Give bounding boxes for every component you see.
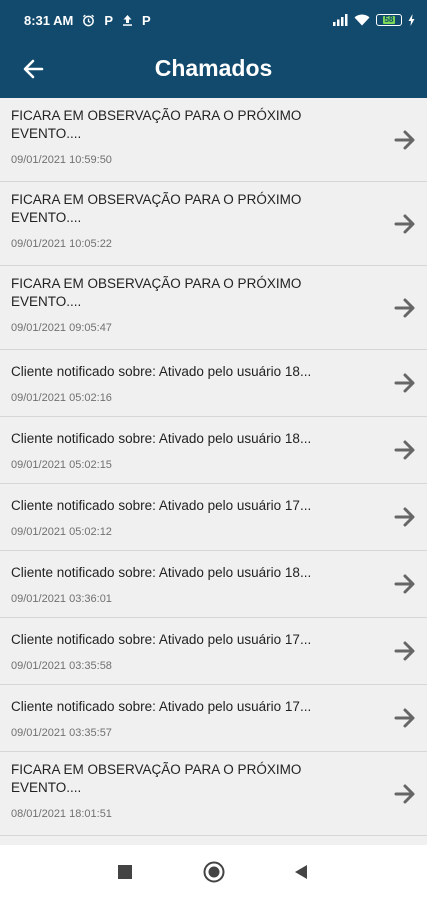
navigation-bar: [0, 845, 427, 900]
item-date: 09/01/2021 05:02:15: [11, 459, 112, 471]
list-item[interactable]: FICARA EM OBSERVAÇÃO PARA O PRÓXIMO EVEN…: [0, 98, 427, 182]
signal-icon: [333, 14, 348, 26]
notification-icons: P P: [82, 12, 151, 28]
list-item[interactable]: FICARA EM OBSERVAÇÃO PARA O PRÓXIMO EVEN…: [0, 182, 427, 266]
item-title: Cliente notificado sobre: Ativado pelo u…: [11, 431, 312, 446]
item-title: Cliente notificado sobre: Ativado pelo u…: [11, 699, 312, 714]
arrow-right-icon: [394, 373, 415, 393]
item-date: 09/01/2021 05:02:16: [11, 392, 112, 404]
back-triangle-icon: [295, 865, 307, 879]
arrow-right-icon: [394, 708, 415, 728]
home-button[interactable]: [201, 859, 227, 885]
arrow-right-icon: [394, 214, 415, 233]
item-title: Cliente notificado sobre: Ativado pelo u…: [11, 565, 312, 580]
item-date: 09/01/2021 03:35:57: [11, 727, 112, 739]
item-date: 09/01/2021 05:02:12: [11, 526, 112, 538]
list-item[interactable]: Cliente notificado sobre: Ativado pelo u…: [0, 618, 427, 685]
recents-square-icon: [118, 865, 132, 879]
alarm-icon: [83, 14, 95, 26]
item-date: 09/01/2021 10:59:50: [11, 154, 112, 166]
back-nav-button[interactable]: [288, 859, 314, 885]
list-item[interactable]: Cliente notificado sobre: Ativado pelo u…: [0, 350, 427, 417]
item-date: 09/01/2021 09:05:47: [11, 322, 112, 334]
battery-level: 58: [382, 15, 396, 24]
item-date: 09/01/2021 03:36:01: [11, 593, 112, 605]
item-date: 09/01/2021 03:35:58: [11, 660, 112, 672]
upload-icon: [123, 15, 133, 26]
wifi-icon: [354, 14, 370, 26]
status-bar: 8:31 AM P P 58: [0, 0, 427, 40]
home-circle-icon: [203, 861, 225, 883]
status-time: 8:31 AM: [24, 12, 74, 28]
arrow-right-icon: [394, 298, 415, 317]
list-item[interactable]: Cliente notificado sobre: Ativado pelo u…: [0, 484, 427, 551]
list-item[interactable]: Cliente notificado sobre: Ativado pelo u…: [0, 685, 427, 752]
arrow-right-icon: [394, 507, 415, 527]
item-date: 09/01/2021 10:05:22: [11, 238, 112, 250]
item-title: Cliente notificado sobre: Ativado pelo u…: [11, 364, 312, 379]
arrow-right-icon: [394, 784, 415, 803]
item-title: FICARA EM OBSERVAÇÃO PARA O PRÓXIMO EVEN…: [11, 762, 302, 795]
p-notification-icon: P: [104, 12, 114, 28]
calls-list[interactable]: FICARA EM OBSERVAÇÃO PARA O PRÓXIMO EVEN…: [0, 98, 427, 845]
item-title: FICARA EM OBSERVAÇÃO PARA O PRÓXIMO EVEN…: [11, 108, 302, 141]
list-item[interactable]: FICARA EM OBSERVAÇÃO PARA O PRÓXIMO EVEN…: [0, 752, 427, 836]
list-item[interactable]: Cliente notificado sobre: Ativado pelo u…: [0, 551, 427, 618]
system-icons: 58: [333, 14, 415, 26]
list-item-partial[interactable]: [0, 836, 427, 845]
page-title: Chamados: [154, 55, 273, 81]
item-date: 08/01/2021 18:01:51: [11, 808, 112, 820]
app-bar: Chamados: [0, 40, 427, 98]
item-title: FICARA EM OBSERVAÇÃO PARA O PRÓXIMO EVEN…: [11, 276, 302, 309]
battery-icon: 58: [376, 14, 402, 26]
item-title: Cliente notificado sobre: Ativado pelo u…: [11, 498, 312, 513]
arrow-right-icon: [394, 130, 415, 149]
charging-icon: [408, 14, 415, 26]
arrow-right-icon: [394, 574, 415, 594]
item-title: FICARA EM OBSERVAÇÃO PARA O PRÓXIMO EVEN…: [11, 192, 302, 225]
list-item[interactable]: Cliente notificado sobre: Ativado pelo u…: [0, 417, 427, 484]
arrow-right-icon: [394, 641, 415, 661]
list-item[interactable]: FICARA EM OBSERVAÇÃO PARA O PRÓXIMO EVEN…: [0, 266, 427, 350]
back-button[interactable]: [14, 50, 52, 88]
arrow-right-icon: [394, 440, 415, 460]
recents-button[interactable]: [112, 859, 138, 885]
p-notification-icon: P: [142, 12, 151, 28]
arrow-left-icon: [23, 59, 44, 79]
item-title: Cliente notificado sobre: Ativado pelo u…: [11, 632, 312, 647]
